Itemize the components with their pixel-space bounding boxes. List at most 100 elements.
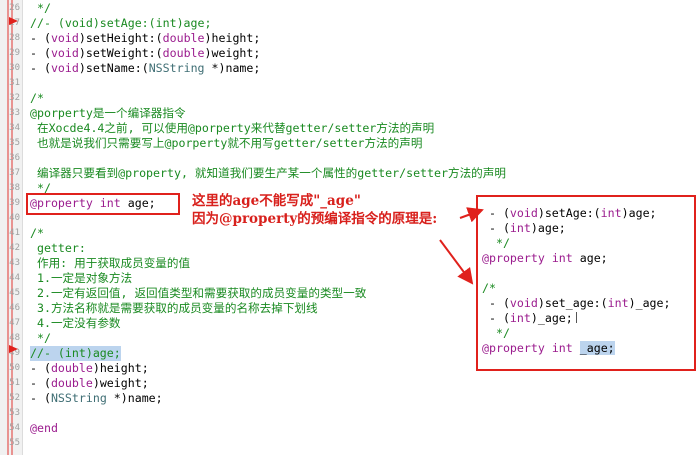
code-token: //- (void)setAge:(int)age; bbox=[30, 16, 212, 30]
code-line[interactable]: 26 */ bbox=[0, 1, 475, 16]
line-number: 37 bbox=[9, 168, 20, 178]
code-token: double bbox=[50, 361, 93, 375]
code-text: */ bbox=[30, 331, 51, 346]
code-text: //- (void)setAge:(int)age; bbox=[30, 16, 211, 31]
line-number: 34 bbox=[9, 123, 20, 133]
code-line[interactable]: 36 bbox=[0, 151, 475, 166]
code-text: getter: bbox=[30, 241, 86, 256]
code-token: )weight; bbox=[204, 46, 261, 60]
code-line[interactable]: 28 - (void)setHeight:(double)height; bbox=[0, 31, 475, 46]
code-line[interactable]: 47 4.一定没有参数 bbox=[0, 316, 475, 331]
code-line[interactable]: 30 - (void)setName:(NSString *)name; bbox=[0, 61, 475, 76]
panel-code-line: - (void)setAge:(int)age; bbox=[482, 206, 657, 221]
code-text: 也就是说我们只需要写上@porperty就不用写getter/setter方法的… bbox=[30, 136, 422, 151]
code-token: )height; bbox=[92, 361, 149, 375]
code-line[interactable]: 44 1.一定是对象方法 bbox=[0, 271, 475, 286]
code-token: 4.一定没有参数 bbox=[30, 316, 121, 330]
code-text: */ bbox=[30, 1, 51, 16]
code-text: - (void)setName:(NSString *)name; bbox=[30, 61, 260, 76]
code-line[interactable]: 37 编译器只要看到@property, 就知道我们要生产某一个属性的gette… bbox=[0, 166, 506, 181]
code-line[interactable]: 29 - (void)setWeight:(double)weight; bbox=[0, 46, 475, 61]
code-token: - ( bbox=[482, 311, 510, 325]
code-line[interactable]: 49//- (int)age; bbox=[0, 346, 475, 361]
code-token: */ bbox=[30, 1, 51, 15]
code-text: 编译器只要看到@property, 就知道我们要生产某一个属性的getter/s… bbox=[30, 166, 506, 181]
code-line[interactable]: 48 */ bbox=[0, 331, 475, 346]
breakpoint-arrow-icon bbox=[9, 17, 18, 25]
code-text: - (void)setWeight:(double)weight; bbox=[30, 46, 260, 61]
code-text: 在Xocde4.4之前, 可以使用@porperty来代替getter/sett… bbox=[30, 121, 434, 136]
text-cursor-icon bbox=[575, 312, 577, 323]
code-text: - (double)weight; bbox=[30, 376, 149, 391]
code-token: )height; bbox=[204, 31, 261, 45]
code-line[interactable]: 53 bbox=[0, 406, 475, 421]
code-text: - (double)height; bbox=[30, 361, 149, 376]
code-text: @end bbox=[30, 421, 58, 436]
code-token: void bbox=[509, 206, 538, 220]
code-line[interactable]: 42 getter: bbox=[0, 241, 475, 256]
code-token: void bbox=[50, 46, 79, 60]
line-number: 48 bbox=[9, 333, 20, 343]
code-token: void bbox=[50, 31, 79, 45]
code-line[interactable]: 46 3.方法名称就是需要获取的成员变量的名称去掉下划线 bbox=[0, 301, 475, 316]
line-number: 46 bbox=[9, 303, 20, 313]
code-text: //- (int)age; bbox=[30, 346, 121, 361]
code-token: int bbox=[607, 296, 629, 310]
code-token: 2.一定有返回值, 返回值类型和需要获取的成员变量的类型一致 bbox=[30, 286, 367, 300]
code-token: - ( bbox=[482, 206, 510, 220]
code-token: )weight; bbox=[92, 376, 149, 390]
code-token: - ( bbox=[30, 31, 51, 45]
property-highlight-box bbox=[26, 193, 180, 215]
code-line[interactable]: 27//- (void)setAge:(int)age; bbox=[0, 16, 475, 31]
code-token: double bbox=[162, 46, 205, 60]
code-token: */ bbox=[482, 236, 510, 250]
code-line[interactable]: 31 bbox=[0, 76, 475, 91]
code-text: 1.一定是对象方法 bbox=[30, 271, 132, 286]
code-line[interactable]: 51 - (double)weight; bbox=[0, 376, 475, 391]
annotation-line-1: 这里的age不能写成"_age" bbox=[192, 193, 361, 209]
code-token: int bbox=[509, 311, 531, 325]
line-number: 40 bbox=[9, 213, 20, 223]
code-token: 作用: 用于获取成员变量的值 bbox=[30, 256, 191, 270]
panel-code-line: - (int)_age; bbox=[482, 311, 577, 326]
code-token: double bbox=[162, 31, 205, 45]
line-number: 38 bbox=[9, 183, 20, 193]
line-number: 32 bbox=[9, 93, 20, 103]
code-line[interactable]: 43 作用: 用于获取成员变量的值 bbox=[0, 256, 475, 271]
line-number: 28 bbox=[9, 33, 20, 43]
code-token: @property bbox=[482, 251, 545, 265]
panel-code-line: /* bbox=[482, 281, 496, 296]
code-line[interactable]: 50 - (double)height; bbox=[0, 361, 475, 376]
code-line[interactable]: 52 - (NSString *)name; bbox=[0, 391, 475, 406]
code-line[interactable]: 34 在Xocde4.4之前, 可以使用@porperty来代替getter/s… bbox=[0, 121, 475, 136]
code-line[interactable]: 55 bbox=[0, 436, 475, 451]
code-token: int bbox=[509, 221, 531, 235]
line-number: 42 bbox=[9, 243, 20, 253]
code-token: - ( bbox=[30, 391, 51, 405]
code-token: 1.一定是对象方法 bbox=[30, 271, 133, 285]
panel-code-line: @property int age; bbox=[482, 251, 608, 266]
line-number: 29 bbox=[9, 48, 20, 58]
code-line[interactable]: 45 2.一定有返回值, 返回值类型和需要获取的成员变量的类型一致 bbox=[0, 286, 475, 301]
line-number: 43 bbox=[9, 258, 20, 268]
line-number: 35 bbox=[9, 138, 20, 148]
line-number: 50 bbox=[9, 363, 20, 373]
code-line[interactable]: 35 也就是说我们只需要写上@porperty就不用写getter/setter… bbox=[0, 136, 475, 151]
code-line[interactable]: 54 @end bbox=[0, 421, 475, 436]
panel-code-line: */ bbox=[482, 236, 510, 251]
code-token: /* bbox=[30, 226, 44, 240]
code-token: NSString bbox=[148, 61, 205, 75]
code-line[interactable]: 41 /* bbox=[0, 226, 475, 241]
line-number: 52 bbox=[9, 393, 20, 403]
code-token: /* bbox=[30, 91, 44, 105]
code-token: double bbox=[50, 376, 93, 390]
code-text: 3.方法名称就是需要获取的成员变量的名称去掉下划线 bbox=[30, 301, 318, 316]
code-token: int bbox=[551, 251, 573, 265]
line-number: 54 bbox=[9, 423, 20, 433]
code-line[interactable]: 33 @porperty是一个编译器指令 bbox=[0, 106, 475, 121]
code-token: )setHeight:( bbox=[78, 31, 163, 45]
code-line[interactable]: 32 /* bbox=[0, 91, 475, 106]
code-token: 编译器只要看到@property, 就知道我们要生产某一个属性的getter/s… bbox=[30, 166, 506, 180]
